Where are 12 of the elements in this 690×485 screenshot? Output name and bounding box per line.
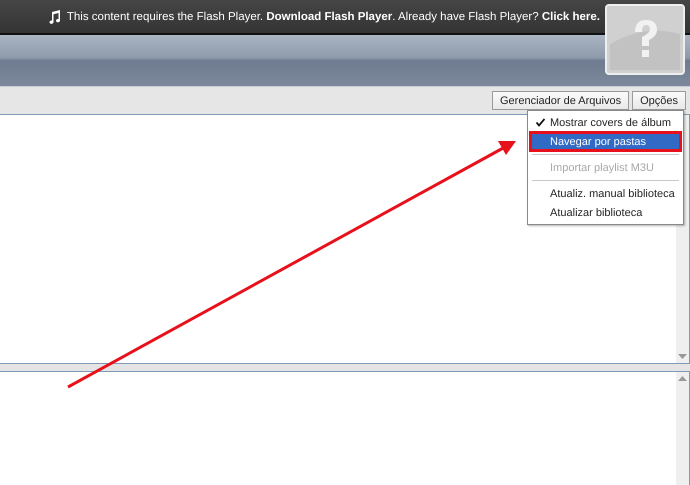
toolbar-button[interactable]: Gerenciador de Arquivos xyxy=(492,91,630,110)
missing-plugin-icon xyxy=(605,4,685,75)
music-note-icon xyxy=(48,10,61,24)
scroll-up-icon[interactable] xyxy=(678,376,687,381)
scrollbar[interactable] xyxy=(676,372,689,485)
toolbar-button[interactable]: Opções xyxy=(632,91,686,110)
menu-item[interactable]: Navegar por pastas xyxy=(530,132,681,151)
flash-notice: This content requires the Flash Player. Download Flash Player. Already have Flash Player? Click here. xyxy=(66,10,600,22)
menu-item[interactable]: Atualizar biblioteca xyxy=(530,203,681,222)
menu-item[interactable]: Atualiz. manual biblioteca xyxy=(530,184,681,203)
scroll-down-icon[interactable] xyxy=(678,354,687,359)
menu-item[interactable]: Mostrar covers de álbum xyxy=(530,113,681,132)
